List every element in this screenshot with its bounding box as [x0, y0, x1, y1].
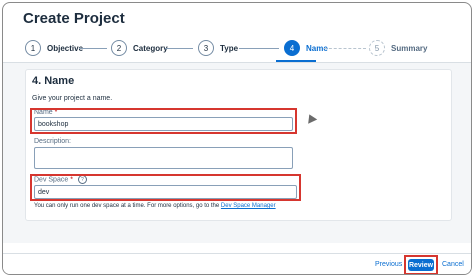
step-label: Type [220, 43, 239, 53]
step-connector [239, 48, 279, 49]
previous-button[interactable]: Previous [373, 259, 404, 270]
description-input[interactable] [34, 147, 293, 169]
cancel-button[interactable]: Cancel [440, 259, 466, 270]
step-number: 1 [25, 40, 41, 56]
step-objective[interactable]: 1 Objective [25, 38, 83, 58]
step-number: 2 [111, 40, 127, 56]
step-connector [324, 48, 366, 49]
step-category[interactable]: 2 Category [111, 38, 168, 58]
dialog-title: Create Project [23, 10, 125, 27]
step-label: Category [133, 43, 168, 53]
devspace-highlight-box [30, 174, 301, 201]
step-label: Summary [391, 43, 428, 53]
name-highlight-box [30, 108, 297, 134]
review-highlight-box [404, 255, 438, 274]
step-type[interactable]: 3 Type [198, 38, 238, 58]
description-label: Description: [34, 138, 71, 145]
step-connector [79, 48, 107, 49]
step-number: 4 [284, 40, 300, 56]
create-project-dialog: Create Project 1 Objective 2 Category 3 … [2, 2, 472, 275]
wizard-steps: 1 Objective 2 Category 3 Type 4 Name 5 S… [3, 33, 471, 63]
step-number: 3 [198, 40, 214, 56]
step-summary[interactable]: 5 Summary [369, 38, 427, 58]
section-title: 4. Name [32, 75, 75, 87]
step-name[interactable]: 4 Name [284, 38, 328, 58]
form-hint: Give your project a name. [32, 95, 113, 102]
devspace-note: You can only run one dev space at a time… [34, 203, 276, 209]
dev-space-manager-link[interactable]: Dev Space Manager [221, 203, 276, 209]
step-label: Objective [47, 43, 84, 53]
step-number: 5 [369, 40, 385, 56]
step-connector [165, 48, 193, 49]
